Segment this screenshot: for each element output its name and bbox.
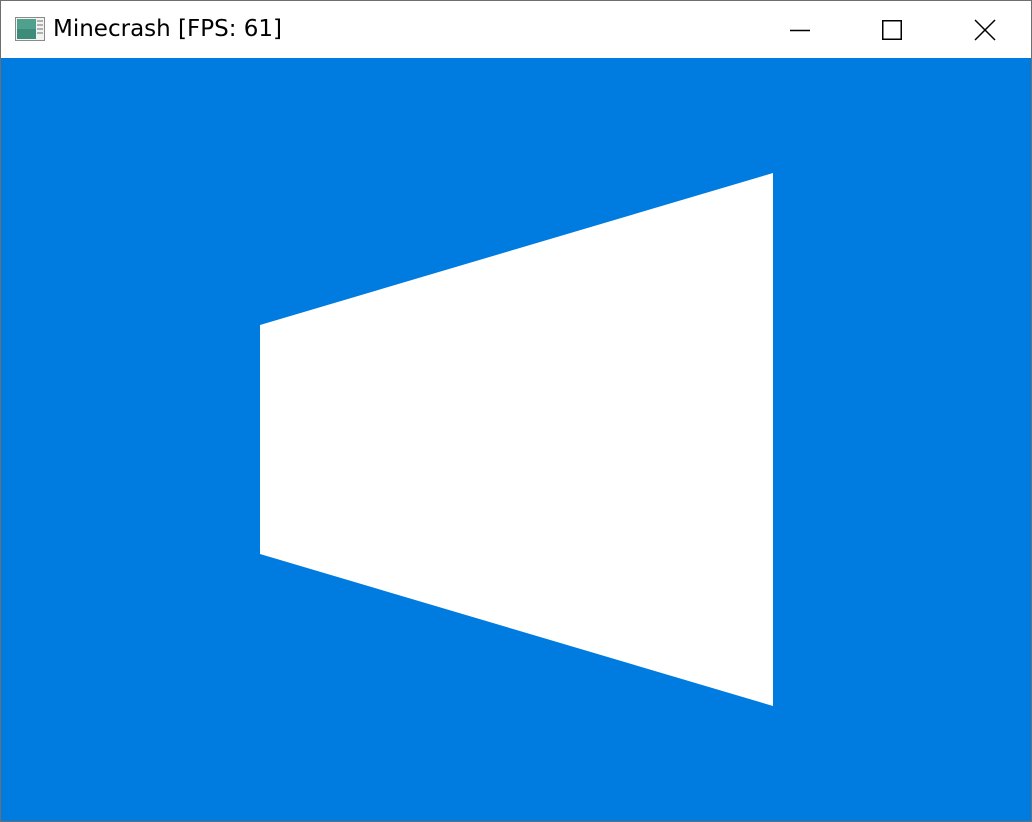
game-scene: [260, 173, 773, 706]
minimize-button[interactable]: [754, 1, 846, 58]
app-window: Minecrash [FPS: 61]: [0, 0, 1032, 822]
rendered-quad: [260, 173, 773, 706]
title-bar[interactable]: Minecrash [FPS: 61]: [1, 1, 1031, 58]
maximize-icon: [882, 19, 902, 40]
close-icon: [974, 18, 996, 41]
app-window-icon[interactable]: [15, 17, 45, 41]
window-title: Minecrash [FPS: 61]: [53, 16, 283, 42]
maximize-button[interactable]: [846, 1, 938, 58]
close-button[interactable]: [939, 1, 1031, 58]
game-viewport[interactable]: [1, 58, 1031, 821]
minimize-icon: [790, 20, 810, 40]
